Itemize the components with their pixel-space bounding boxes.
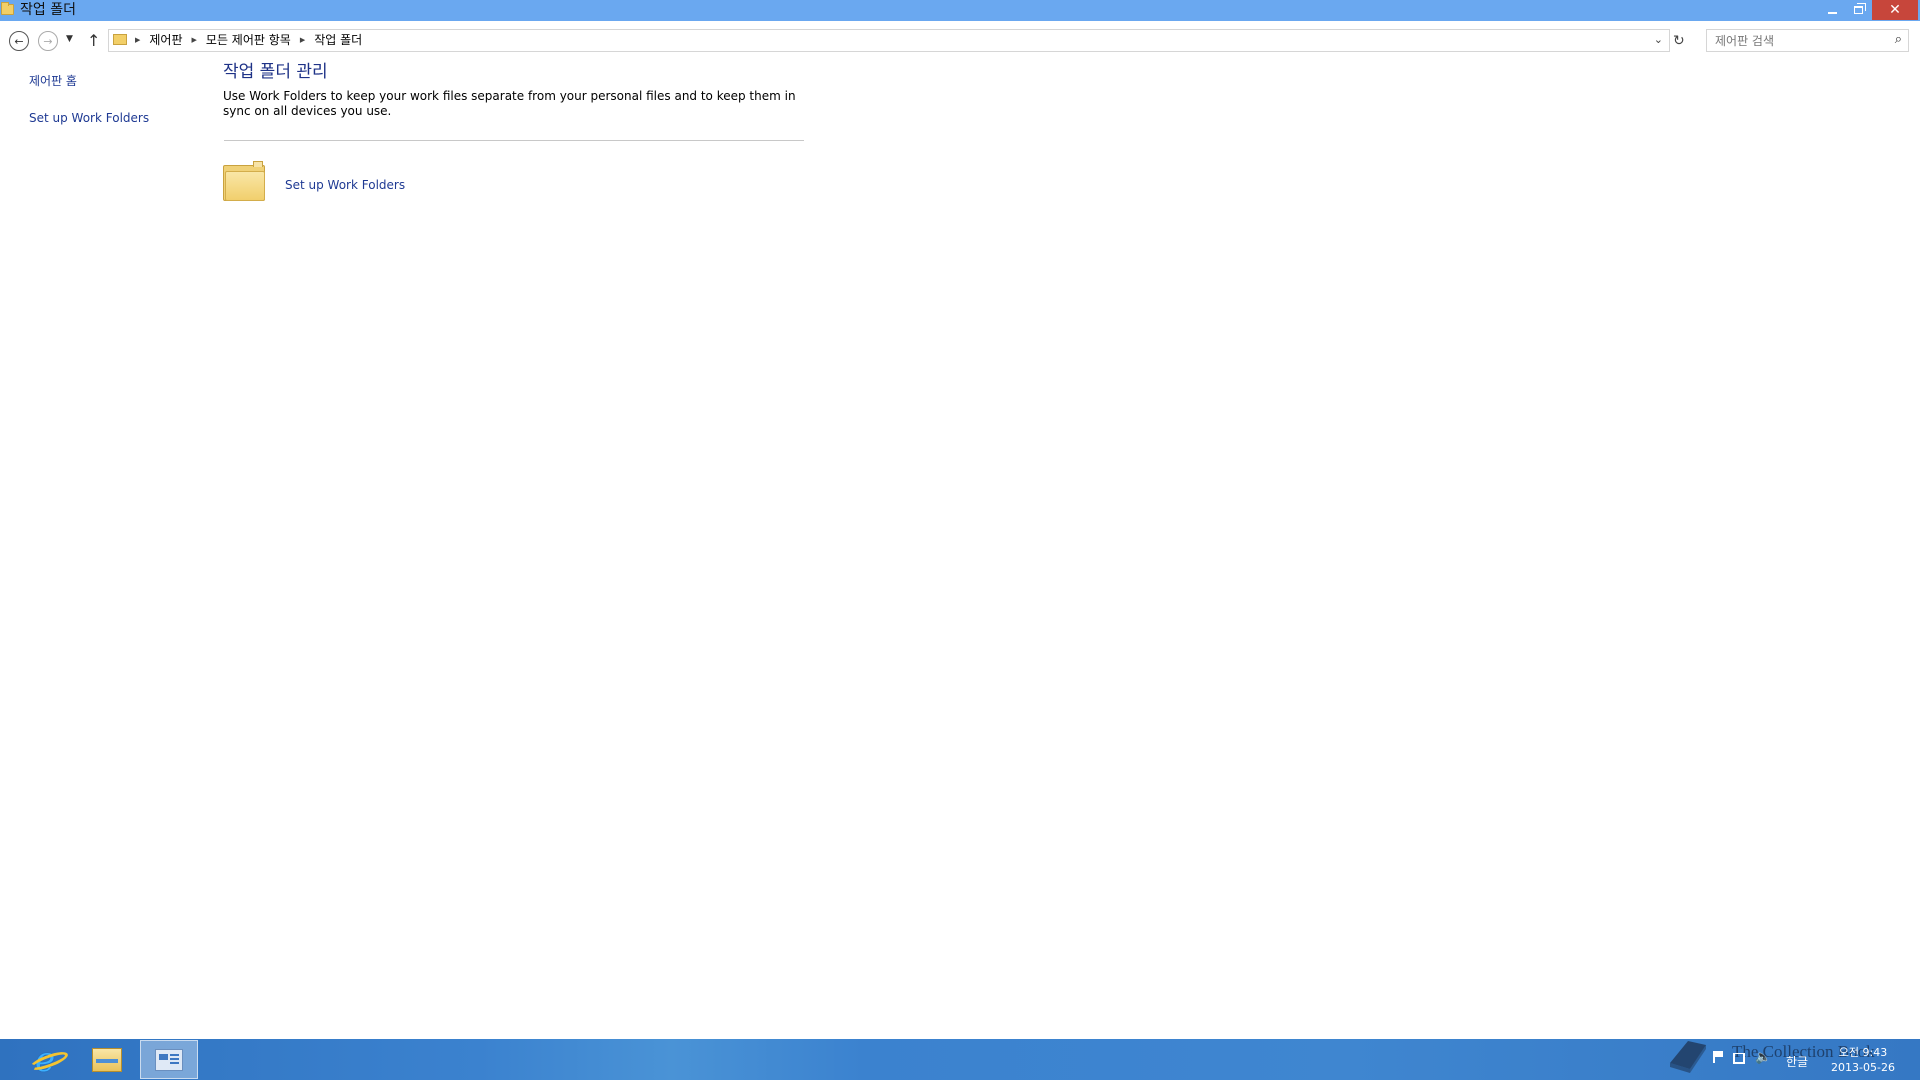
folder-icon bbox=[1, 2, 14, 15]
ime-indicator[interactable]: 한글 bbox=[1786, 1053, 1808, 1070]
refresh-button[interactable]: ↻ bbox=[1673, 33, 1685, 49]
clock-time: 오전 9:43 bbox=[1838, 1046, 1888, 1059]
breadcrumb-separator-icon[interactable]: ▶ bbox=[135, 32, 140, 49]
clock[interactable]: 오전 9:43 2013-05-26 bbox=[1818, 1045, 1908, 1075]
breadcrumb-item-work-folders[interactable]: 작업 폴더 bbox=[314, 32, 362, 49]
book-logo-icon bbox=[1670, 1041, 1706, 1073]
close-button[interactable]: ✕ bbox=[1872, 0, 1918, 20]
address-history-dropdown[interactable]: ⌄ bbox=[1654, 33, 1663, 46]
back-arrow-icon: ← bbox=[14, 34, 24, 48]
control-panel-icon bbox=[155, 1048, 183, 1071]
divider bbox=[224, 140, 804, 141]
recent-locations-button[interactable]: ▼ bbox=[66, 34, 73, 44]
breadcrumb-item-control-panel[interactable]: 제어판 bbox=[149, 32, 182, 49]
minimize-icon bbox=[1827, 12, 1837, 14]
breadcrumb-item-all-items[interactable]: 모든 제어판 항목 bbox=[206, 32, 291, 49]
clock-date: 2013-05-26 bbox=[1831, 1061, 1895, 1074]
taskbar-file-explorer[interactable] bbox=[78, 1040, 136, 1079]
address-bar[interactable]: ▶ 제어판 ▶ 모든 제어판 항목 ▶ 작업 폴더 ⌄ bbox=[108, 29, 1670, 52]
search-icon[interactable]: ⌕ bbox=[1895, 32, 1902, 47]
control-panel-home-link[interactable]: 제어판 홈 bbox=[29, 73, 77, 89]
setup-work-folders-link[interactable]: Set up Work Folders bbox=[285, 178, 405, 192]
breadcrumb-separator-icon[interactable]: ▶ bbox=[300, 32, 305, 49]
taskbar-control-panel[interactable] bbox=[140, 1040, 198, 1079]
action-center-flag-icon[interactable] bbox=[1713, 1051, 1723, 1063]
breadcrumb-separator-icon[interactable]: ▶ bbox=[192, 32, 197, 49]
navigation-bar: ← → ▼ ↑ ▶ 제어판 ▶ 모든 제어판 항목 ▶ 작업 폴더 ⌄ ↻ ⌕ bbox=[0, 21, 1920, 59]
search-input[interactable] bbox=[1715, 32, 1885, 49]
network-icon[interactable] bbox=[1733, 1053, 1745, 1064]
volume-icon[interactable]: 🔈 bbox=[1755, 1050, 1771, 1065]
work-folders-icon[interactable] bbox=[223, 161, 265, 201]
close-icon: ✕ bbox=[1889, 2, 1901, 18]
window-title: 작업 폴더 bbox=[20, 2, 76, 18]
up-button[interactable]: ↑ bbox=[87, 31, 100, 50]
refresh-icon: ↻ bbox=[1673, 33, 1685, 49]
page-description: Use Work Folders to keep your work files… bbox=[223, 89, 796, 118]
minimize-button[interactable] bbox=[1818, 0, 1846, 20]
up-arrow-icon: ↑ bbox=[87, 31, 101, 50]
sidebar-setup-work-folders-link[interactable]: Set up Work Folders bbox=[29, 110, 149, 126]
back-button[interactable]: ← bbox=[9, 31, 29, 51]
title-bar: 작업 폴더 ✕ bbox=[0, 0, 1920, 21]
page-title: 작업 폴더 관리 bbox=[223, 62, 328, 82]
taskbar-internet-explorer[interactable]: e bbox=[16, 1040, 74, 1079]
forward-arrow-icon: → bbox=[43, 34, 53, 48]
chevron-down-icon: ▼ bbox=[66, 34, 73, 44]
internet-explorer-icon: e bbox=[28, 1043, 70, 1077]
folder-icon bbox=[113, 34, 127, 45]
left-pane: 제어판 홈 Set up Work Folders bbox=[0, 59, 210, 1039]
maximize-button[interactable] bbox=[1844, 0, 1872, 20]
forward-button[interactable]: → bbox=[38, 31, 58, 51]
breadcrumb: ▶ 제어판 ▶ 모든 제어판 항목 ▶ 작업 폴더 bbox=[135, 32, 362, 49]
taskbar: e bbox=[0, 1039, 1920, 1080]
file-explorer-icon bbox=[92, 1047, 122, 1072]
search-box[interactable]: ⌕ bbox=[1706, 29, 1909, 52]
restore-icon bbox=[1853, 3, 1866, 14]
